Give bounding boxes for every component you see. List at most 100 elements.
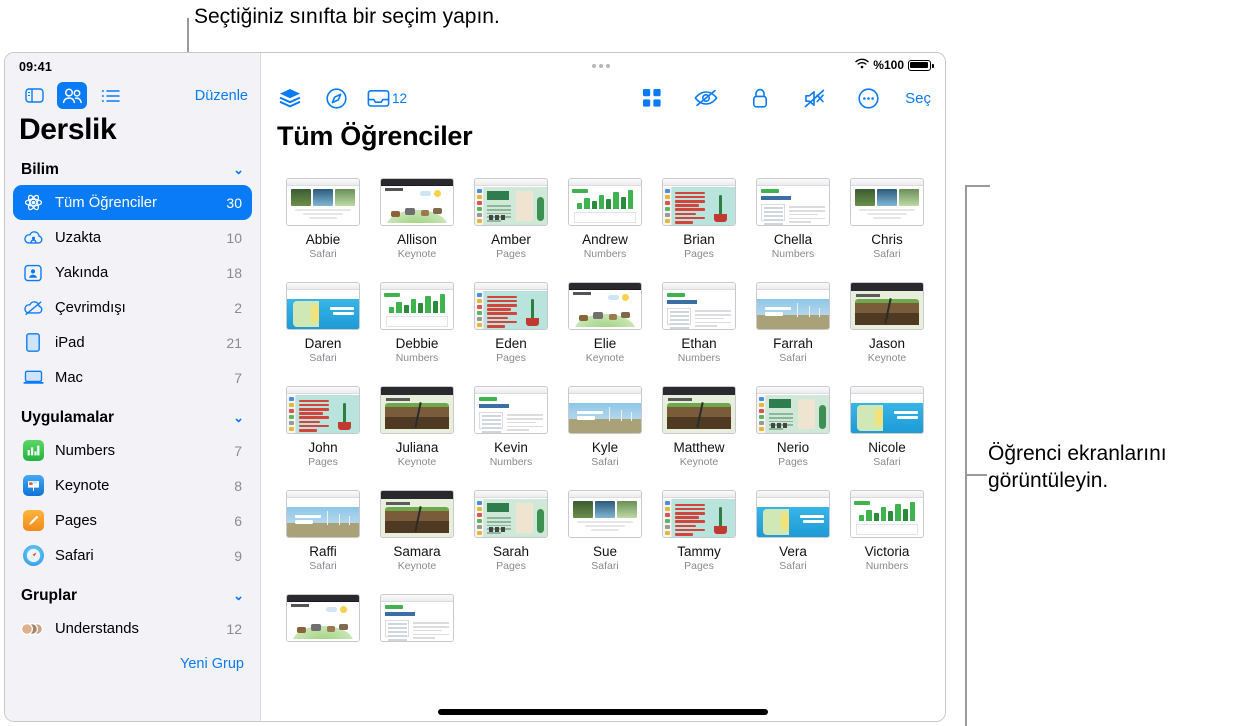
student-name: Daren (304, 336, 342, 351)
student-cell[interactable]: Abbie Safari (279, 178, 367, 260)
student-screen-thumbnail[interactable] (380, 178, 454, 226)
student-cell[interactable]: John Pages (279, 386, 367, 468)
student-cell[interactable]: Eden Pages (467, 282, 555, 364)
mute-button[interactable] (799, 83, 829, 113)
hide-screen-button[interactable] (691, 83, 721, 113)
student-screen-thumbnail[interactable] (286, 178, 360, 226)
student-screen-thumbnail[interactable] (662, 282, 736, 330)
page-title: Tüm Öğrenciler (277, 121, 473, 151)
sidebar-section-header-bilim[interactable]: Bilim ⌄ (5, 153, 260, 185)
student-screen-thumbnail[interactable] (850, 386, 924, 434)
student-screen-thumbnail[interactable] (756, 282, 830, 330)
sidebar-item-yakinda[interactable]: Yakında 18 (13, 255, 252, 290)
student-name: John (308, 440, 338, 455)
student-cell[interactable] (373, 594, 461, 649)
student-screen-thumbnail[interactable] (662, 490, 736, 538)
sidebar-toggle-icon[interactable] (19, 82, 49, 109)
chevron-down-icon[interactable]: ⌄ (233, 410, 244, 426)
student-screen-thumbnail[interactable] (850, 282, 924, 330)
student-screen-thumbnail[interactable] (662, 178, 736, 226)
student-cell[interactable]: Jason Keynote (843, 282, 931, 364)
student-screen-thumbnail[interactable] (380, 386, 454, 434)
student-cell[interactable]: Samara Keynote (373, 490, 461, 572)
student-cell[interactable]: Debbie Numbers (373, 282, 461, 364)
student-app-label: Safari (779, 560, 807, 572)
more-button[interactable] (853, 83, 883, 113)
keynote-app-icon (21, 475, 45, 497)
sidebar-item-ipad[interactable]: iPad 21 (13, 325, 252, 360)
student-screen-thumbnail[interactable] (286, 282, 360, 330)
student-cell[interactable]: Tammy Pages (655, 490, 743, 572)
student-screen-thumbnail[interactable] (850, 178, 924, 226)
student-cell[interactable]: Vera Safari (749, 490, 837, 572)
student-cell[interactable]: Chris Safari (843, 178, 931, 260)
student-screen-thumbnail[interactable] (662, 386, 736, 434)
sidebar-item-numbers[interactable]: Numbers 7 (13, 433, 252, 468)
window-grabber-icon[interactable] (592, 64, 614, 68)
student-cell[interactable]: Nicole Safari (843, 386, 931, 468)
student-cell[interactable]: Kyle Safari (561, 386, 649, 468)
sidebar-item-tum-ogrenciler[interactable]: Tüm Öğrenciler 30 (13, 185, 252, 220)
student-screen-thumbnail[interactable] (756, 386, 830, 434)
chevron-down-icon[interactable]: ⌄ (233, 162, 244, 178)
student-cell[interactable]: Sarah Pages (467, 490, 555, 572)
student-screen-thumbnail[interactable] (568, 178, 642, 226)
student-screen-thumbnail[interactable] (380, 282, 454, 330)
student-app-label: Safari (779, 352, 807, 364)
layers-button[interactable] (275, 83, 305, 113)
select-button[interactable]: Seç (905, 90, 931, 107)
student-cell[interactable]: Elie Keynote (561, 282, 649, 364)
student-app-label: Keynote (585, 352, 625, 364)
student-cell[interactable]: Matthew Keynote (655, 386, 743, 468)
student-cell[interactable]: Andrew Numbers (561, 178, 649, 260)
student-screen-thumbnail[interactable] (380, 594, 454, 642)
student-cell[interactable]: Brian Pages (655, 178, 743, 260)
sidebar-item-uzakta[interactable]: Uzakta 10 (13, 220, 252, 255)
sidebar-item-keynote[interactable]: Keynote 8 (13, 468, 252, 503)
student-screen-thumbnail[interactable] (850, 490, 924, 538)
student-cell[interactable]: Sue Safari (561, 490, 649, 572)
student-cell[interactable]: Ethan Numbers (655, 282, 743, 364)
student-cell[interactable]: Nerio Pages (749, 386, 837, 468)
student-screen-thumbnail[interactable] (474, 386, 548, 434)
sidebar-section-header-gruplar[interactable]: Gruplar ⌄ (5, 573, 260, 611)
sidebar-item-understands[interactable]: Understands 12 (13, 611, 252, 646)
navigate-button[interactable] (321, 83, 351, 113)
student-cell[interactable]: Allison Keynote (373, 178, 461, 260)
student-screen-thumbnail[interactable] (568, 282, 642, 330)
student-screen-thumbnail[interactable] (474, 490, 548, 538)
student-cell[interactable]: Farrah Safari (749, 282, 837, 364)
student-screen-thumbnail[interactable] (286, 594, 360, 642)
new-group-button[interactable]: Yeni Grup (5, 646, 260, 672)
student-screen-thumbnail[interactable] (380, 490, 454, 538)
sidebar-item-mac[interactable]: Mac 7 (13, 360, 252, 395)
student-screen-thumbnail[interactable] (568, 386, 642, 434)
sidebar-item-cevrimdisi[interactable]: Çevrimdışı 2 (13, 290, 252, 325)
student-screen-thumbnail[interactable] (474, 178, 548, 226)
sidebar-item-pages[interactable]: Pages 6 (13, 503, 252, 538)
student-cell[interactable]: Amber Pages (467, 178, 555, 260)
student-screen-thumbnail[interactable] (568, 490, 642, 538)
student-screen-thumbnail[interactable] (756, 490, 830, 538)
student-cell[interactable]: Kevin Numbers (467, 386, 555, 468)
student-grid-scroll[interactable]: Abbie Safari Allison Keynote Amber Pages Andre… (261, 152, 945, 721)
grid-view-button[interactable] (637, 83, 667, 113)
lock-button[interactable] (745, 83, 775, 113)
sidebar-item-safari[interactable]: Safari 9 (13, 538, 252, 573)
sidebar-section-header-uygulamalar[interactable]: Uygulamalar ⌄ (5, 395, 260, 433)
student-cell[interactable]: Chella Numbers (749, 178, 837, 260)
student-screen-thumbnail[interactable] (286, 386, 360, 434)
student-cell[interactable]: Victoria Numbers (843, 490, 931, 572)
chevron-down-icon[interactable]: ⌄ (233, 588, 244, 604)
student-cell[interactable]: Daren Safari (279, 282, 367, 364)
student-screen-thumbnail[interactable] (756, 178, 830, 226)
student-cell[interactable] (279, 594, 367, 649)
people-icon[interactable] (57, 82, 87, 109)
student-cell[interactable]: Juliana Keynote (373, 386, 461, 468)
student-screen-thumbnail[interactable] (286, 490, 360, 538)
list-icon[interactable] (95, 82, 125, 109)
student-screen-thumbnail[interactable] (474, 282, 548, 330)
student-cell[interactable]: Raffi Safari (279, 490, 367, 572)
inbox-button[interactable]: 12 (367, 83, 407, 113)
edit-button[interactable]: Düzenle (195, 88, 248, 104)
